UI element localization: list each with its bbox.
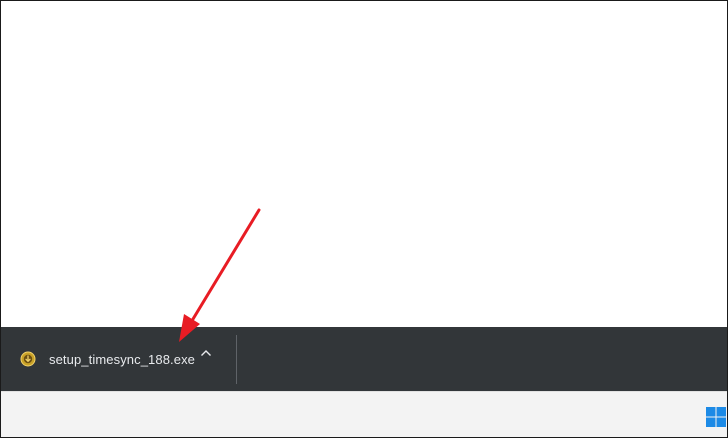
chevron-up-icon	[200, 344, 212, 362]
installer-file-icon	[20, 351, 36, 367]
download-shelf: setup_timesync_188.exe	[1, 327, 727, 391]
start-button[interactable]	[705, 406, 727, 428]
download-file-name[interactable]: setup_timesync_188.exe	[49, 352, 195, 367]
taskbar	[1, 391, 727, 437]
browser-window: setup_timesync_188.exe	[0, 0, 728, 438]
page-content	[1, 1, 727, 327]
windows-start-icon	[705, 407, 727, 432]
download-options-button[interactable]	[195, 342, 217, 364]
divider	[236, 335, 237, 384]
